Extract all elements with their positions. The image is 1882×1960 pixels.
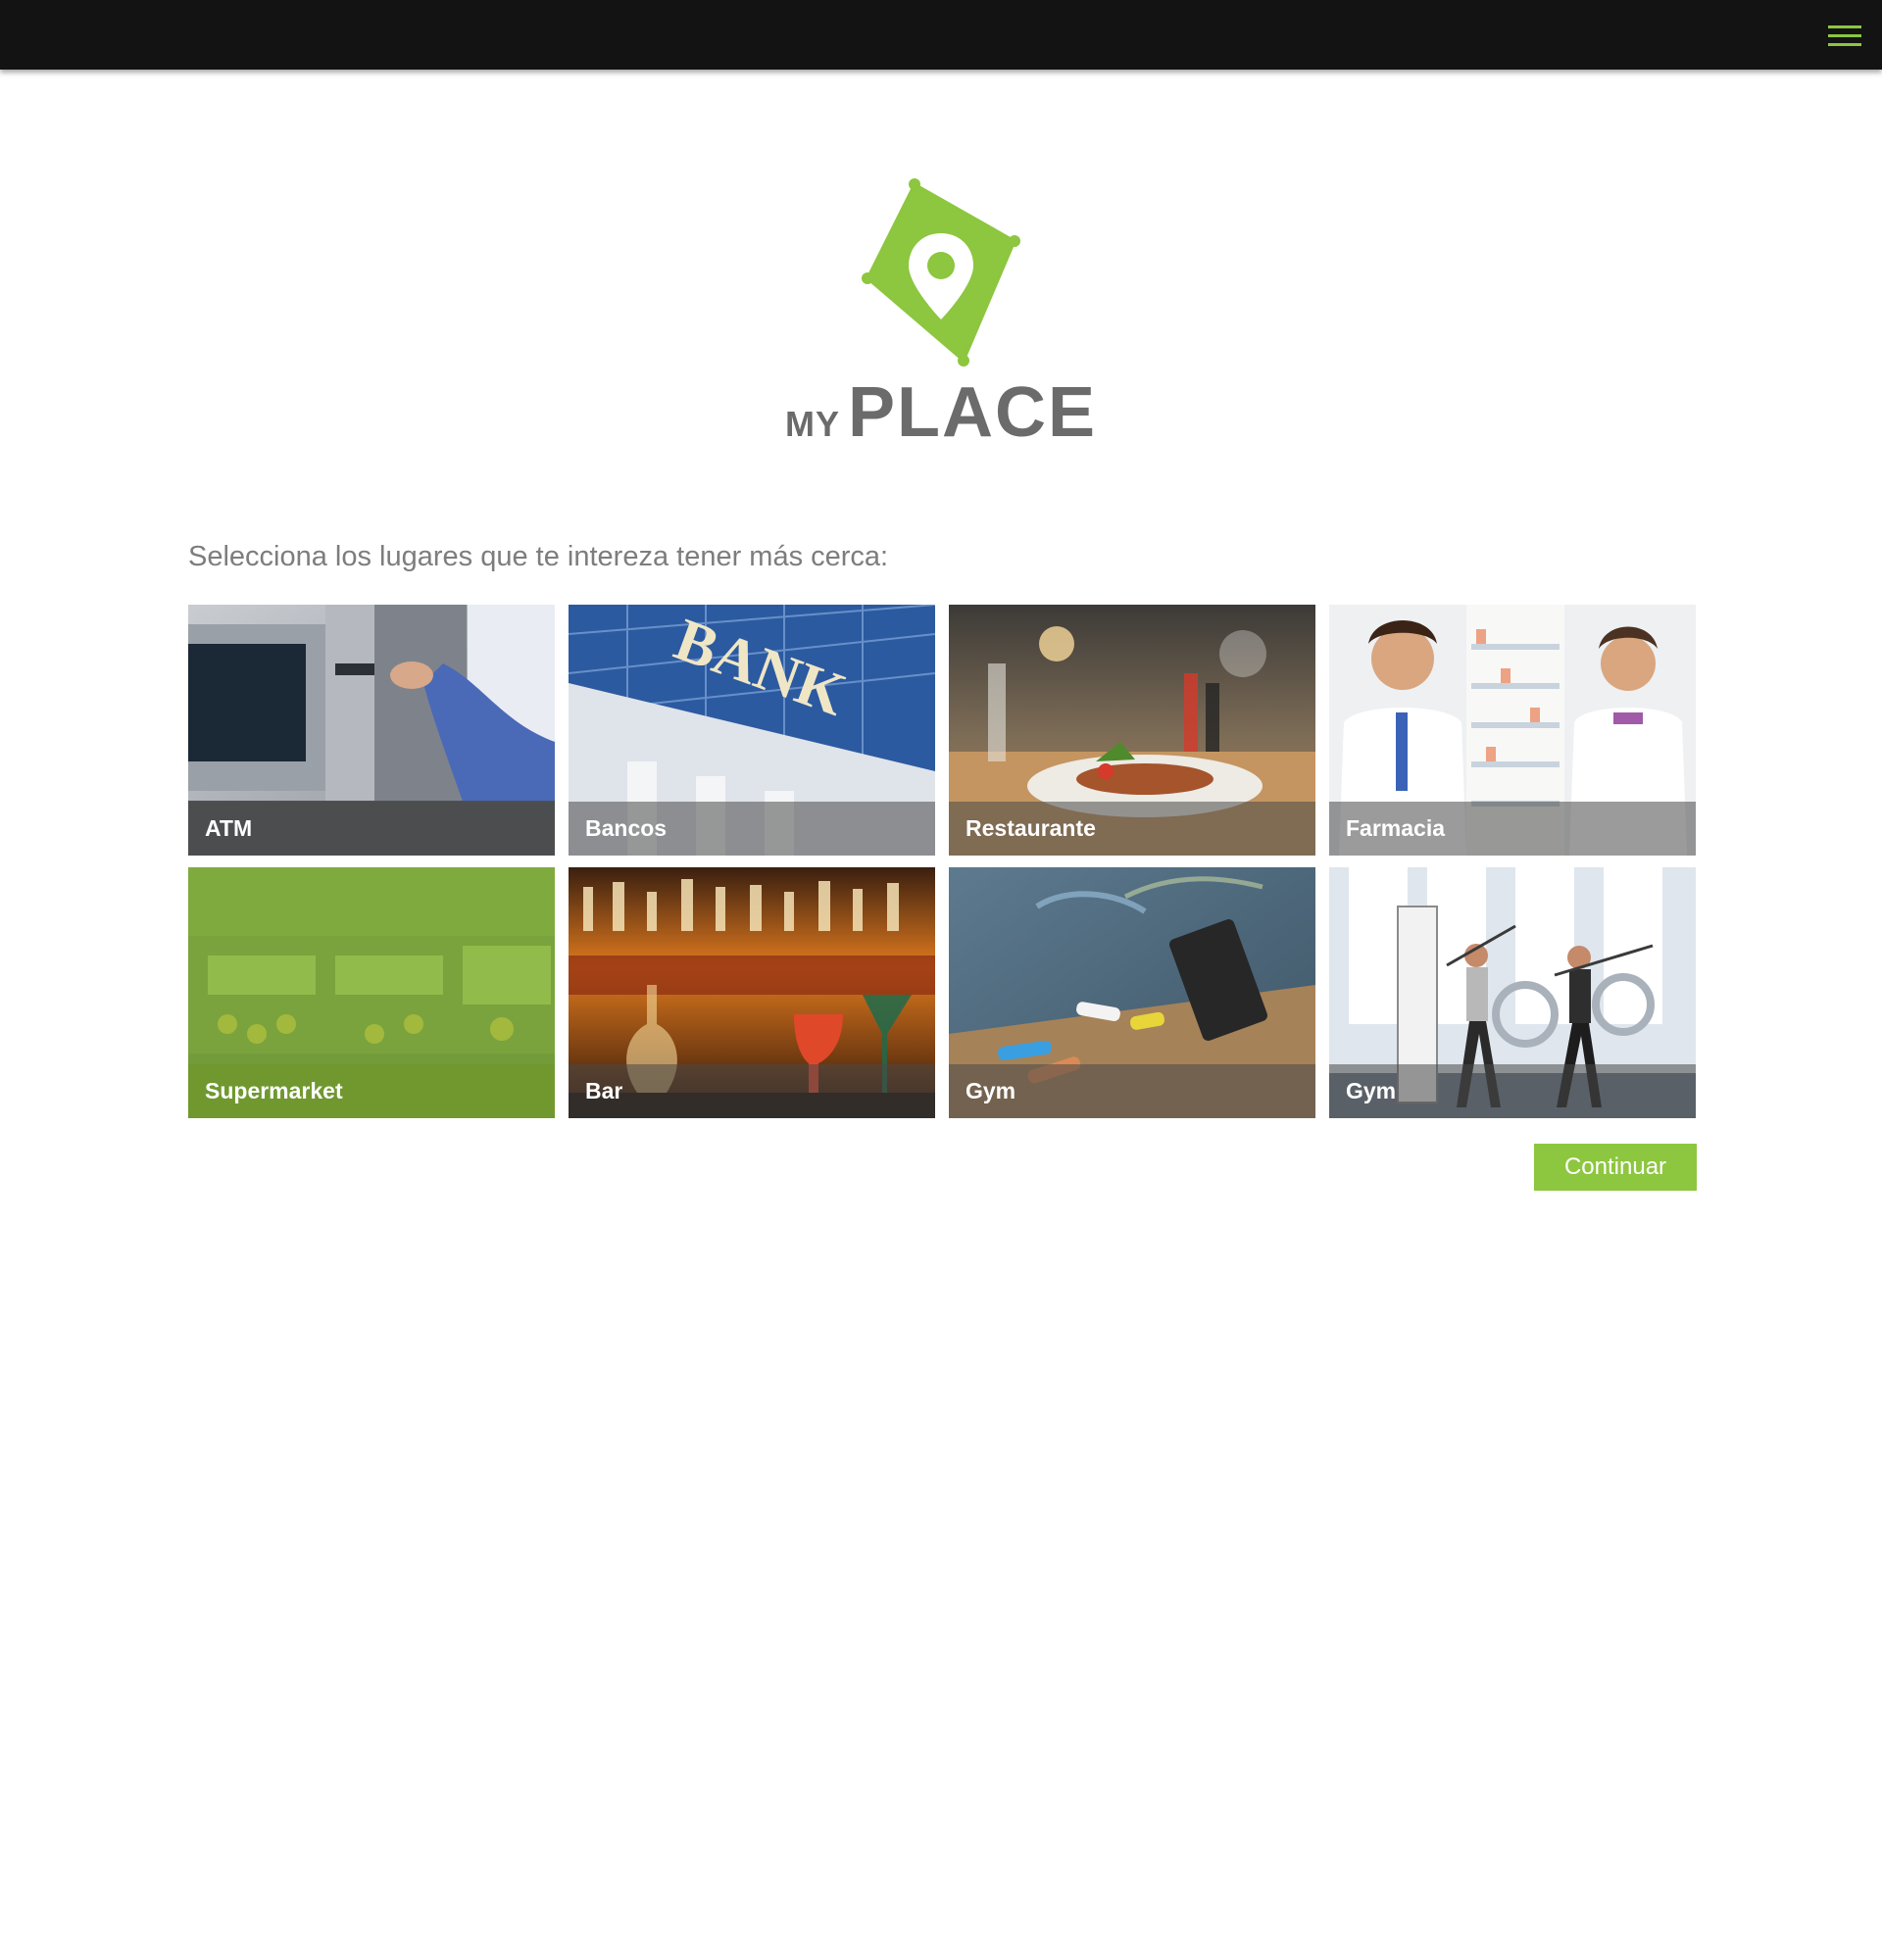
category-tile-gym-2[interactable]: Gym — [1329, 867, 1696, 1118]
category-tile-restaurante[interactable]: Restaurante — [949, 605, 1315, 856]
category-tile-supermarket[interactable]: Supermarket — [188, 867, 555, 1118]
tile-label: Gym — [1346, 1078, 1397, 1103]
category-tile-bancos[interactable]: BANK Bancos — [569, 605, 935, 856]
app-logo: MY PLACE — [0, 0, 1882, 453]
category-tile-atm[interactable]: ATM — [188, 605, 555, 856]
tile-label: Bar — [585, 1078, 623, 1103]
tile-label: Farmacia — [1346, 815, 1446, 841]
tile-label: Gym — [966, 1078, 1016, 1103]
category-grid: ATM BANK Bancos Restaurante Farmacia Sup… — [188, 605, 1698, 1118]
map-pin-icon — [862, 178, 1020, 367]
category-tile-farmacia[interactable]: Farmacia — [1329, 605, 1696, 856]
category-tile-gym[interactable]: Gym — [949, 867, 1315, 1118]
logo-my-text: MY — [784, 404, 840, 444]
tile-label-bar — [569, 1064, 935, 1118]
category-tile-bar[interactable]: Bar — [569, 867, 935, 1118]
tile-label: Restaurante — [966, 815, 1096, 841]
tile-label: ATM — [205, 815, 253, 841]
selection-prompt: Selecciona los lugares que te intereza t… — [188, 541, 889, 572]
logo-wordmark: MY PLACE — [0, 372, 1882, 453]
logo-place-text: PLACE — [847, 373, 1098, 452]
tile-label: Supermarket — [205, 1078, 343, 1103]
continue-button[interactable]: Continuar — [1534, 1144, 1697, 1191]
tile-label: Bancos — [585, 815, 668, 841]
